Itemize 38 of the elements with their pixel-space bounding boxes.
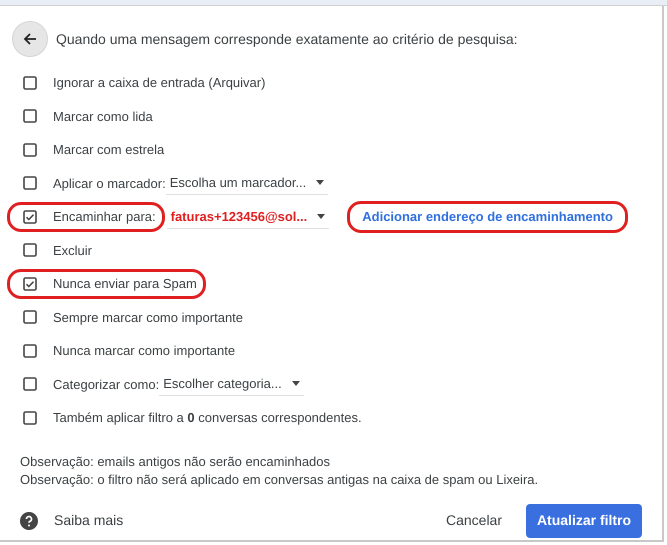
back-arrow-icon bbox=[22, 31, 38, 47]
checkbox[interactable] bbox=[23, 142, 37, 157]
checkbox[interactable] bbox=[23, 76, 37, 90]
checkbox[interactable] bbox=[23, 109, 37, 124]
option-label: Ignorar a caixa de entrada (Arquivar) bbox=[53, 74, 266, 92]
add-forwarding-address-link[interactable]: Adicionar endereço de encaminhamento bbox=[362, 207, 613, 226]
option-label: Nunca marcar como importante bbox=[53, 342, 236, 360]
checkbox[interactable] bbox=[23, 377, 37, 392]
checkbox[interactable] bbox=[23, 210, 37, 224]
caret-icon bbox=[292, 381, 300, 386]
option-label: Marcar como lida bbox=[53, 108, 153, 126]
checkbox[interactable] bbox=[23, 344, 37, 358]
option-label: Nunca enviar para Spam bbox=[53, 275, 197, 293]
option-label: Encaminhar para: bbox=[53, 208, 156, 226]
option-label: Aplicar o marcador: bbox=[53, 174, 166, 193]
option-label: Categorizar como: bbox=[53, 376, 160, 394]
update-filter-button[interactable]: Atualizar filtro bbox=[526, 504, 642, 538]
option-label: Sempre marcar como importante bbox=[53, 308, 244, 327]
help-icon[interactable] bbox=[20, 512, 38, 530]
note-text: Observação: emails antigos não serão encaminhados bbox=[20, 452, 332, 470]
criteria-heading: Quando uma mensagem corresponde exatamente ao critério de pesquisa: bbox=[56, 30, 518, 49]
dropdown[interactable]: Escolher categoria... bbox=[159, 372, 304, 396]
checkbox[interactable] bbox=[23, 176, 37, 190]
back-button[interactable] bbox=[12, 21, 48, 57]
forward-address-dropdown[interactable]: faturas+123456@sol... bbox=[166, 204, 330, 229]
note-text: Observação: o filtro não será aplicado em conversas antigas na caixa de spam ou Lixeira. bbox=[20, 470, 540, 488]
caret-icon bbox=[317, 214, 326, 219]
option-label: Excluir bbox=[53, 242, 92, 260]
cancel-button[interactable]: Cancelar bbox=[434, 504, 514, 538]
option-label: Marcar com estrela bbox=[53, 141, 164, 159]
caret-icon bbox=[316, 180, 324, 186]
option-label: Também aplicar filtro a 0 conversas correspondentes. bbox=[53, 409, 362, 427]
checkbox[interactable] bbox=[23, 310, 37, 324]
checkbox[interactable] bbox=[23, 410, 37, 425]
learn-more-link[interactable]: Saiba mais bbox=[54, 510, 124, 531]
checkbox[interactable] bbox=[23, 243, 37, 258]
checkbox[interactable] bbox=[23, 276, 37, 291]
dropdown[interactable]: Escolha um marcador... bbox=[166, 171, 328, 196]
